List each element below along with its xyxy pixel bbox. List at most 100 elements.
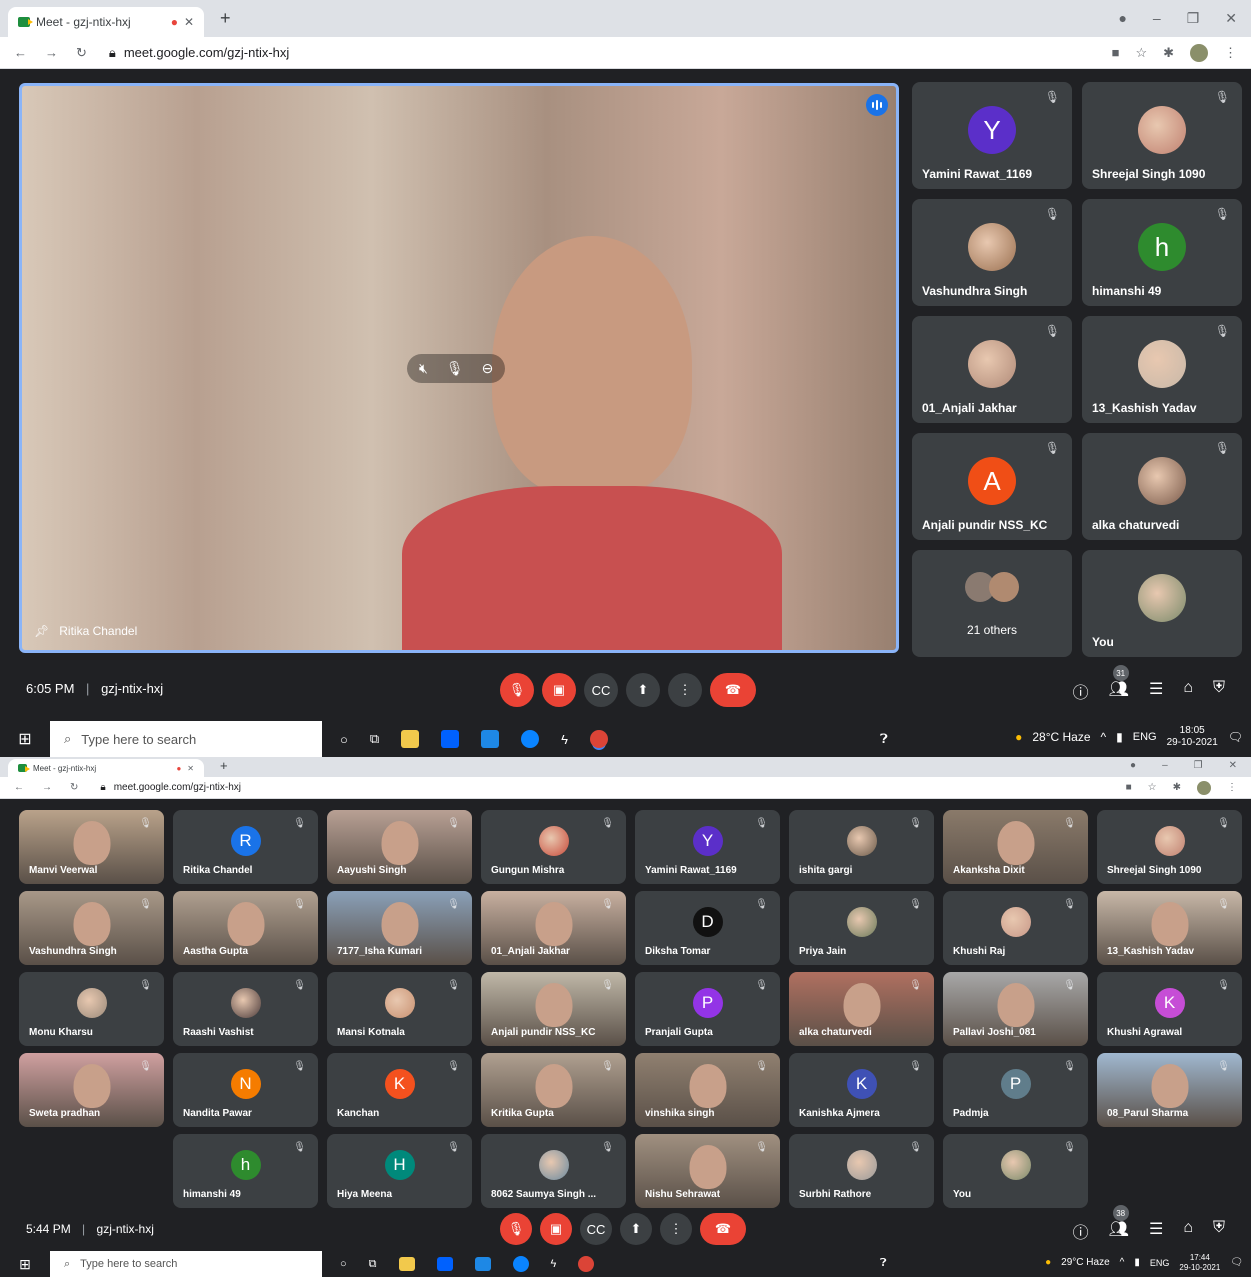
- windows-start-icon[interactable]: ⊞: [0, 1256, 50, 1273]
- host-controls-icon[interactable]: ⛨: [1213, 1219, 1225, 1243]
- participant-tile-gungun-mishra[interactable]: Gungun Mishra 🎙︎: [481, 810, 626, 884]
- notifications-icon[interactable]: 🗨︎: [1230, 1257, 1243, 1268]
- bookmark-star-icon[interactable]: ☆: [1135, 45, 1147, 61]
- app-icon[interactable]: ϟ: [551, 1258, 557, 1270]
- back-icon[interactable]: ←: [14, 45, 27, 61]
- participant-tile-nishu-sehrawat[interactable]: Nishu Sehrawat 🎙︎: [635, 1134, 780, 1208]
- participant-tile-diksha-tomar[interactable]: D Diksha Tomar 🎙︎: [635, 891, 780, 965]
- mail-icon[interactable]: [481, 730, 500, 748]
- dropbox-icon[interactable]: [436, 1257, 453, 1271]
- participant-tile-pranjali-gupta[interactable]: P Pranjali Gupta 🎙︎: [635, 972, 780, 1046]
- participant-tile-nandita-pawar[interactable]: N Nandita Pawar 🎙︎: [173, 1053, 318, 1127]
- language-indicator[interactable]: ENG: [1150, 1258, 1170, 1268]
- url-text[interactable]: meet.google.com/gzj-ntix-hxj: [124, 45, 289, 60]
- language-indicator[interactable]: ENG: [1133, 731, 1157, 743]
- camera-off-button[interactable]: ▣: [540, 1213, 572, 1245]
- edge-icon[interactable]: [521, 730, 540, 748]
- info-icon[interactable]: ⓘ: [1073, 679, 1089, 703]
- participant-tile-hiya-meena[interactable]: H Hiya Meena 🎙︎: [327, 1134, 472, 1208]
- captions-button[interactable]: CC: [584, 673, 618, 707]
- participant-tile-manvi-veerwal[interactable]: Manvi Veerwal 🎙︎: [19, 810, 164, 884]
- chrome-icon[interactable]: [590, 730, 609, 748]
- camera-off-button[interactable]: ▣: [542, 673, 576, 707]
- chat-icon[interactable]: ☰: [1149, 1219, 1163, 1243]
- participant-tile-khushi-raj[interactable]: Khushi Raj 🎙︎: [943, 891, 1088, 965]
- pin-icon[interactable]: 📌︎: [34, 624, 49, 638]
- participant-tile-vashundhra-singh[interactable]: Vashundhra Singh 🎙︎: [912, 199, 1072, 306]
- taskbar-clock[interactable]: 17:44 29-10-2021: [1179, 1253, 1220, 1272]
- battery-icon[interactable]: ▮: [1134, 1257, 1140, 1268]
- forward-icon[interactable]: →: [42, 782, 52, 793]
- camera-indicator-icon[interactable]: ■: [1126, 782, 1132, 793]
- end-call-button[interactable]: ☎: [700, 1213, 746, 1245]
- participant-tile-8062-saumya-singh[interactable]: 8062 Saumya Singh ... 🎙︎: [481, 1134, 626, 1208]
- new-tab-icon[interactable]: +: [220, 8, 231, 29]
- end-call-button[interactable]: ☎: [710, 673, 756, 707]
- edge-icon[interactable]: [512, 1256, 529, 1272]
- battery-icon[interactable]: ▮: [1116, 730, 1123, 744]
- help-icon[interactable]: ❓︎: [880, 1257, 887, 1270]
- people-icon[interactable]: 👥︎ 38: [1109, 1205, 1129, 1243]
- participant-tile-sweta-pradhan[interactable]: Sweta pradhan 🎙︎: [19, 1053, 164, 1127]
- participant-tile-aastha-gupta[interactable]: Aastha Gupta 🎙︎: [173, 891, 318, 965]
- tray-chevron-icon[interactable]: ^: [1120, 1257, 1125, 1268]
- weather-text[interactable]: 28°C Haze: [1032, 730, 1090, 744]
- participant-tile-raashi-vashist[interactable]: Raashi Vashist 🎙︎: [173, 972, 318, 1046]
- reload-icon[interactable]: ↻: [76, 45, 87, 61]
- minimize-icon[interactable]: –: [1153, 10, 1161, 27]
- maximize-icon[interactable]: ❐: [1194, 760, 1203, 771]
- participant-tile-you[interactable]: You 🎙︎: [943, 1134, 1088, 1208]
- remove-icon[interactable]: ⊖: [482, 360, 494, 377]
- windows-start-icon[interactable]: ⊞: [0, 729, 50, 749]
- people-icon[interactable]: 👥︎ 31: [1109, 665, 1129, 703]
- present-button[interactable]: ⬆: [626, 673, 660, 707]
- tray-chevron-icon[interactable]: ^: [1101, 730, 1107, 744]
- profile-indicator-icon[interactable]: ●: [1130, 760, 1136, 771]
- mute-participant-icon[interactable]: 🔇︎: [419, 360, 428, 377]
- file-explorer-icon[interactable]: [401, 730, 420, 748]
- main-speaker-video[interactable]: 🔇︎ 🎙︎ ⊖ 📌︎ Ritika Chandel: [19, 83, 899, 653]
- host-controls-icon[interactable]: ⛨: [1213, 679, 1225, 703]
- participant-tile-akanksha-dixit[interactable]: Akanksha Dixit 🎙︎: [943, 810, 1088, 884]
- captions-button[interactable]: CC: [580, 1213, 612, 1245]
- close-tab-icon[interactable]: ✕: [184, 15, 194, 29]
- participant-tile-alka-chaturvedi[interactable]: alka chaturvedi 🎙︎: [1082, 433, 1242, 540]
- participant-tile-vashundhra-singh[interactable]: Vashundhra Singh 🎙︎: [19, 891, 164, 965]
- window-close-icon[interactable]: ✕: [1225, 10, 1237, 27]
- dropbox-icon[interactable]: [441, 730, 460, 748]
- bookmark-star-icon[interactable]: ☆: [1148, 782, 1157, 793]
- participant-tile-08-parul-sharma[interactable]: 08_Parul Sharma 🎙︎: [1097, 1053, 1242, 1127]
- new-tab-icon[interactable]: +: [220, 758, 228, 773]
- forward-icon[interactable]: →: [45, 45, 58, 61]
- participant-tile-kanchan[interactable]: K Kanchan 🎙︎: [327, 1053, 472, 1127]
- extensions-icon[interactable]: ✱: [1163, 45, 1174, 61]
- participant-tile-shreejal-singh-1090[interactable]: Shreejal Singh 1090 🎙︎: [1097, 810, 1242, 884]
- taskbar-search[interactable]: ⌕ Type here to search: [50, 1251, 322, 1277]
- activities-icon[interactable]: ⌂: [1183, 1219, 1193, 1243]
- present-button[interactable]: ⬆: [620, 1213, 652, 1245]
- browser-tab[interactable]: Meet - gzj-ntix-hxj ● ✕: [8, 759, 204, 777]
- cortana-icon[interactable]: ○: [340, 1258, 347, 1270]
- participant-tile-pallavi-joshi-081[interactable]: Pallavi Joshi_081 🎙︎: [943, 972, 1088, 1046]
- file-explorer-icon[interactable]: [398, 1257, 415, 1271]
- window-close-icon[interactable]: ✕: [1229, 760, 1237, 771]
- participant-tile-ishita-gargi[interactable]: ishita gargi 🎙︎: [789, 810, 934, 884]
- chrome-icon[interactable]: [578, 1256, 595, 1272]
- participant-tile-yamini-rawat-1169[interactable]: Y Yamini Rawat_1169 🎙︎: [635, 810, 780, 884]
- profile-avatar[interactable]: [1190, 43, 1208, 62]
- back-icon[interactable]: ←: [14, 782, 24, 793]
- extensions-icon[interactable]: ✱: [1173, 782, 1181, 793]
- participant-tile-shreejal-singh-1090[interactable]: Shreejal Singh 1090 🎙︎: [1082, 82, 1242, 189]
- participant-tile-padmja[interactable]: P Padmja 🎙︎: [943, 1053, 1088, 1127]
- profile-indicator-icon[interactable]: ●: [1118, 10, 1126, 27]
- mic-off-button[interactable]: 🎙︎: [500, 1213, 532, 1245]
- weather-text[interactable]: 29°C Haze: [1061, 1257, 1109, 1268]
- task-view-icon[interactable]: ⧉: [370, 731, 379, 747]
- app-icon[interactable]: ϟ: [561, 732, 568, 747]
- chat-icon[interactable]: ☰: [1149, 679, 1163, 703]
- url-text[interactable]: meet.google.com/gzj-ntix-hxj: [114, 782, 241, 793]
- profile-avatar[interactable]: [1197, 780, 1211, 795]
- participant-tile-alka-chaturvedi[interactable]: alka chaturvedi 🎙︎: [789, 972, 934, 1046]
- participant-tile-01-anjali-jakhar[interactable]: 01_Anjali Jakhar 🎙︎: [481, 891, 626, 965]
- participant-tile-yamini-rawat-1169[interactable]: Y Yamini Rawat_1169 🎙︎: [912, 82, 1072, 189]
